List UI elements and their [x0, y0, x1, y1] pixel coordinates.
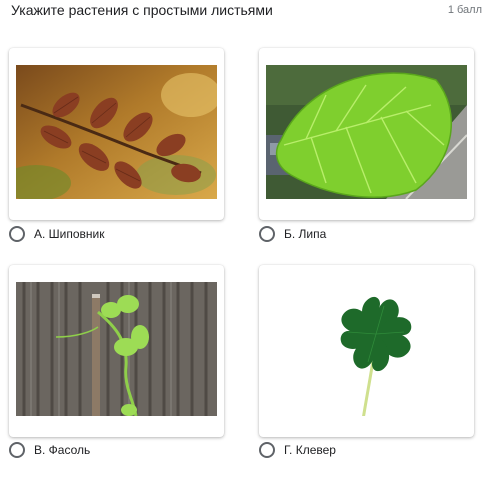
image-card-d [259, 265, 474, 437]
radio-button-d[interactable] [259, 442, 275, 458]
radio-button-a[interactable] [9, 226, 25, 242]
image-card-c [9, 265, 224, 437]
option-label-c: В. Фасоль [34, 443, 91, 457]
points-label: 1 балл [447, 4, 482, 16]
option-b[interactable]: Б. Липа [259, 226, 326, 242]
option-label-b: Б. Липа [284, 227, 327, 241]
option-c[interactable]: В. Фасоль [9, 442, 90, 458]
option-d[interactable]: Г. Клевер [259, 442, 336, 458]
linden-image [266, 65, 467, 199]
radio-button-b[interactable] [259, 226, 275, 242]
image-card-a [9, 48, 224, 220]
question-title: Укажите растения с простыми листьями [11, 2, 273, 18]
radio-button-c[interactable] [9, 442, 25, 458]
option-a[interactable]: А. Шиповник [9, 226, 105, 242]
image-card-b [259, 48, 474, 220]
bean-image [16, 282, 217, 416]
clover-image [266, 282, 467, 416]
option-label-a: А. Шиповник [34, 227, 105, 241]
rosehip-image [16, 65, 217, 199]
option-label-d: Г. Клевер [284, 443, 336, 457]
